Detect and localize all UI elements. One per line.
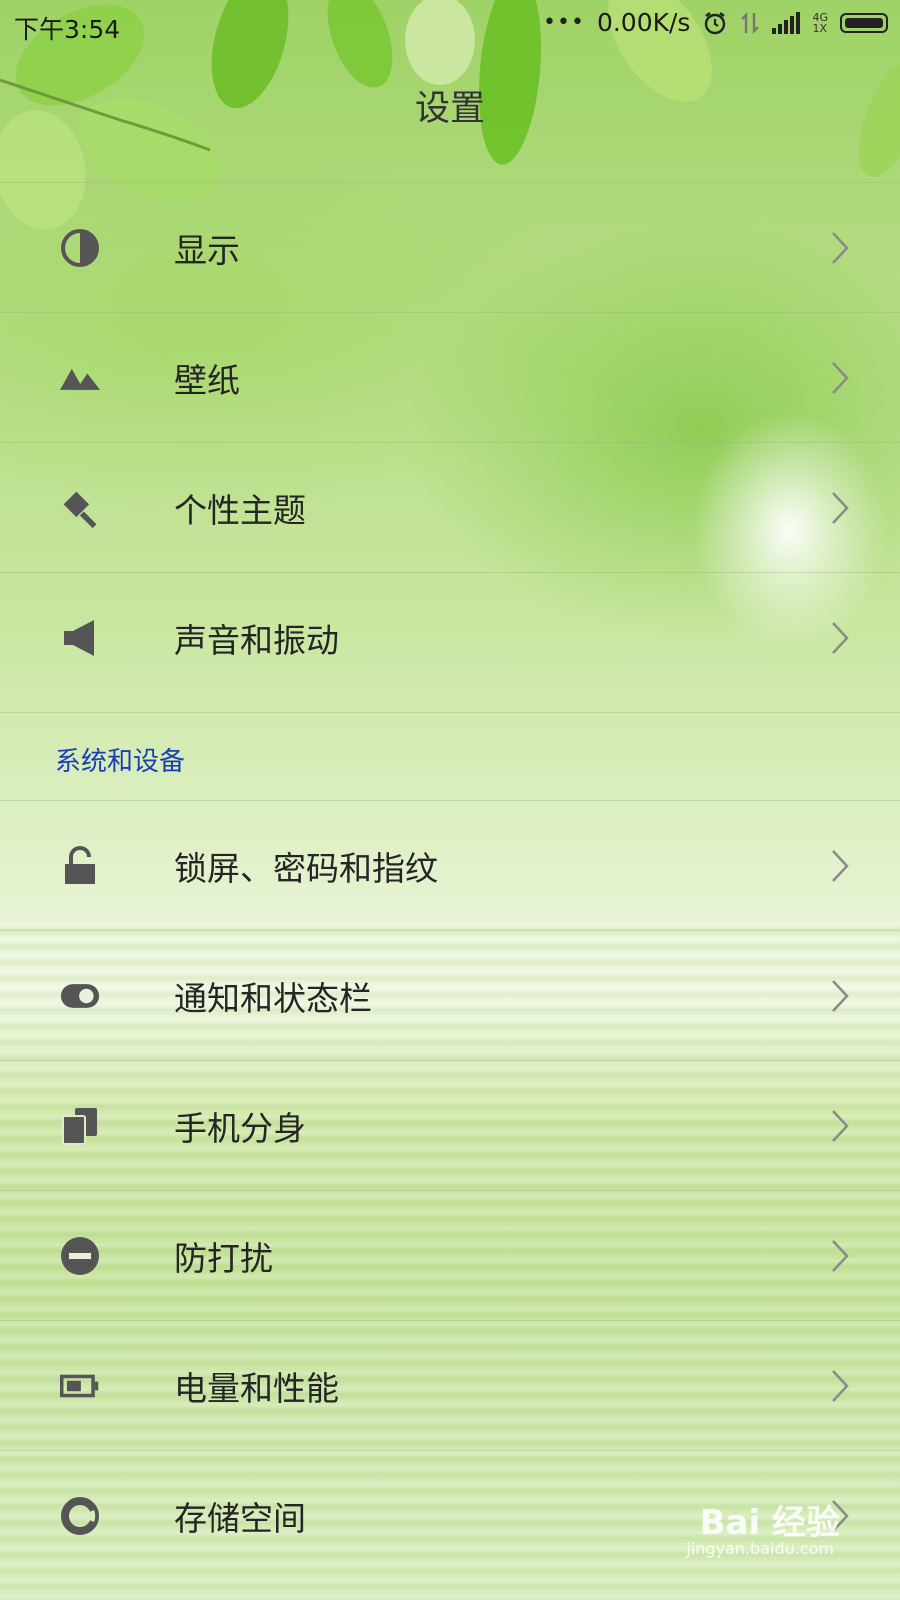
chevron-right-icon	[832, 850, 849, 882]
theme-brush-icon	[60, 488, 100, 529]
chevron-right-icon	[832, 980, 849, 1012]
chevron-right-icon	[832, 1110, 849, 1142]
section-header-system: 系统和设备	[0, 712, 900, 799]
toggle-icon	[60, 976, 100, 1016]
settings-item-label: 显示	[174, 231, 240, 270]
settings-item-label: 个性主题	[174, 491, 306, 530]
baidu-watermark: Bai 经验 jingyan.baidu.com	[660, 1485, 840, 1565]
settings-item-theme[interactable]: 个性主题	[0, 442, 900, 573]
settings-item-label: 手机分身	[174, 1109, 306, 1148]
settings-item-sound[interactable]: 声音和振动	[0, 572, 900, 703]
settings-item-battery[interactable]: 电量和性能	[0, 1320, 900, 1451]
chevron-right-icon	[832, 622, 849, 654]
lock-icon	[60, 846, 100, 886]
settings-item-label: 锁屏、密码和指纹	[174, 849, 438, 888]
status-bar: 下午3:54 ••• 0.00K/s 4G 1X	[0, 0, 900, 52]
chevron-right-icon	[832, 362, 849, 394]
settings-item-do-not-disturb[interactable]: 防打扰	[0, 1190, 900, 1321]
data-transfer-icon	[741, 11, 760, 34]
display-contrast-icon	[60, 228, 100, 268]
settings-item-lockscreen[interactable]: 锁屏、密码和指纹	[0, 800, 900, 931]
settings-item-label: 通知和状态栏	[174, 979, 372, 1018]
chevron-right-icon	[832, 492, 849, 524]
notification-dots: •••	[543, 10, 585, 35]
settings-item-label: 电量和性能	[174, 1369, 339, 1408]
settings-item-display[interactable]: 显示	[0, 182, 900, 313]
status-time: 下午3:54	[14, 15, 121, 44]
chevron-right-icon	[832, 1370, 849, 1402]
settings-item-second-space[interactable]: 手机分身	[0, 1060, 900, 1191]
status-icons: ••• 0.00K/s 4G 1X	[543, 8, 888, 37]
wallpaper-mountain-icon	[60, 358, 100, 398]
settings-item-label: 壁纸	[174, 361, 240, 400]
settings-item-label: 存储空间	[174, 1499, 306, 1538]
network-speed: 0.00K/s	[596, 8, 691, 37]
chevron-right-icon	[832, 1240, 849, 1272]
settings-item-notifications[interactable]: 通知和状态栏	[0, 930, 900, 1061]
signal-icon	[772, 11, 801, 34]
section-title: 系统和设备	[55, 747, 186, 777]
settings-item-wallpaper[interactable]: 壁纸	[0, 312, 900, 443]
dual-phone-icon	[60, 1106, 100, 1146]
chevron-right-icon	[832, 232, 849, 264]
battery-icon	[60, 1366, 100, 1406]
network-type: 4G 1X	[812, 10, 828, 35]
alarm-icon	[705, 11, 726, 34]
header: 设置	[0, 52, 900, 180]
settings-item-label: 防打扰	[174, 1239, 273, 1278]
settings-item-label: 声音和振动	[174, 621, 339, 660]
do-not-disturb-icon	[60, 1236, 100, 1276]
battery-icon	[840, 12, 888, 33]
watermark-brand: Bai 经验	[699, 1503, 840, 1543]
storage-pie-icon	[60, 1496, 100, 1536]
watermark-url: jingyan.baidu.com	[686, 1539, 834, 1558]
page-title: 设置	[414, 88, 485, 129]
speaker-icon	[60, 618, 100, 658]
